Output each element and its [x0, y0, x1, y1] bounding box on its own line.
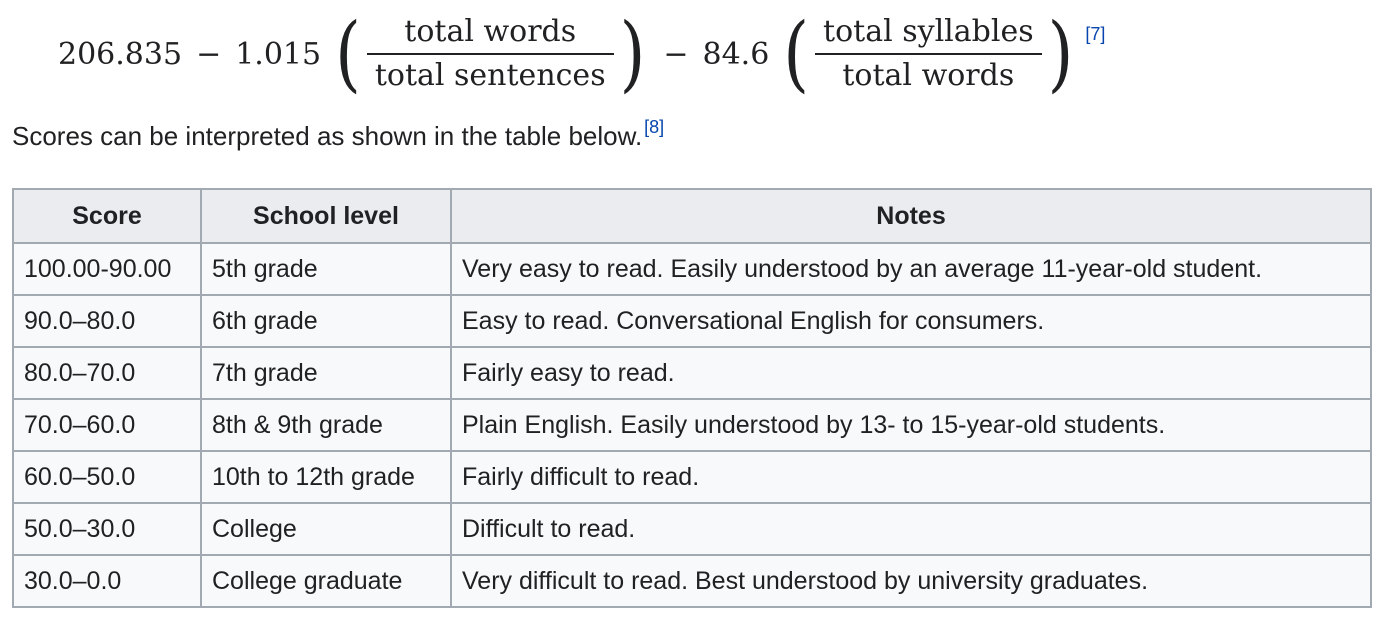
formula-minus-operator: − [196, 36, 222, 72]
formula-fraction-2: total syllables total words [815, 17, 1042, 91]
table-header-row: Score School level Notes [12, 188, 1372, 244]
readability-score-table: Score School level Notes 100.00-90.00 5t… [12, 188, 1372, 608]
formula-coefficient-1: 1.015 [235, 36, 322, 72]
formula-coefficient-2: 84.6 [702, 36, 770, 72]
formula-paren-close: ) [619, 5, 646, 102]
cell-school-level: 8th & 9th grade [200, 398, 452, 452]
header-score: Score [12, 188, 202, 244]
fraction-1-numerator: total words [404, 14, 577, 49]
cell-school-level: College [200, 502, 452, 556]
header-school-level: School level [200, 188, 452, 244]
cell-notes: Very difficult to read. Best understood … [450, 554, 1372, 608]
cell-score: 30.0–0.0 [12, 554, 202, 608]
formula-paren-open: ( [335, 5, 361, 102]
table-row: 30.0–0.0 College graduate Very difficult… [12, 554, 1372, 608]
formula-minus-operator: − [663, 36, 689, 72]
table-row: 100.00-90.00 5th grade Very easy to read… [12, 242, 1372, 296]
flesch-formula: 206.835 − 1.015 ( total words total sent… [58, 4, 1105, 104]
table-row: 60.0–50.0 10th to 12th grade Fairly diff… [12, 450, 1372, 504]
cell-score: 70.0–60.0 [12, 398, 202, 452]
formula-fraction-1: total words total sentences [366, 14, 614, 93]
table-row: 50.0–30.0 College Difficult to read. [12, 502, 1372, 556]
cell-school-level: 10th to 12th grade [200, 450, 452, 504]
formula-paren-open: ( [783, 5, 810, 102]
cell-score: 60.0–50.0 [12, 450, 202, 504]
cell-score: 50.0–30.0 [12, 502, 202, 556]
cell-notes: Easy to read. Conversational English for… [450, 294, 1372, 348]
cell-score: 90.0–80.0 [12, 294, 202, 348]
intro-paragraph: Scores can be interpreted as shown in th… [12, 116, 664, 159]
fraction-2-numerator: total syllables [823, 14, 1034, 49]
citation-link-7[interactable]: [7] [1085, 24, 1105, 45]
cell-notes: Very easy to read. Easily understood by … [450, 242, 1372, 296]
cell-notes: Difficult to read. [450, 502, 1372, 556]
table-row: 70.0–60.0 8th & 9th grade Plain English.… [12, 398, 1372, 452]
cell-school-level: 7th grade [200, 346, 452, 400]
cell-notes: Fairly difficult to read. [450, 450, 1372, 504]
table-row: 80.0–70.0 7th grade Fairly easy to read. [12, 346, 1372, 400]
cell-notes: Plain English. Easily understood by 13- … [450, 398, 1372, 452]
cell-notes: Fairly easy to read. [450, 346, 1372, 400]
cell-school-level: 6th grade [200, 294, 452, 348]
cell-school-level: College graduate [200, 554, 452, 608]
cell-school-level: 5th grade [200, 242, 452, 296]
intro-text: Scores can be interpreted as shown in th… [12, 121, 643, 151]
cell-score: 80.0–70.0 [12, 346, 202, 400]
table-row: 90.0–80.0 6th grade Easy to read. Conver… [12, 294, 1372, 348]
citation-link-8[interactable]: [8] [644, 117, 664, 137]
formula-constant: 206.835 [58, 36, 183, 72]
fraction-2-denominator: total words [842, 58, 1015, 93]
fraction-1-denominator: total sentences [374, 58, 606, 93]
header-notes: Notes [450, 188, 1372, 244]
cell-score: 100.00-90.00 [12, 242, 202, 296]
formula-paren-close: ) [1047, 5, 1074, 102]
